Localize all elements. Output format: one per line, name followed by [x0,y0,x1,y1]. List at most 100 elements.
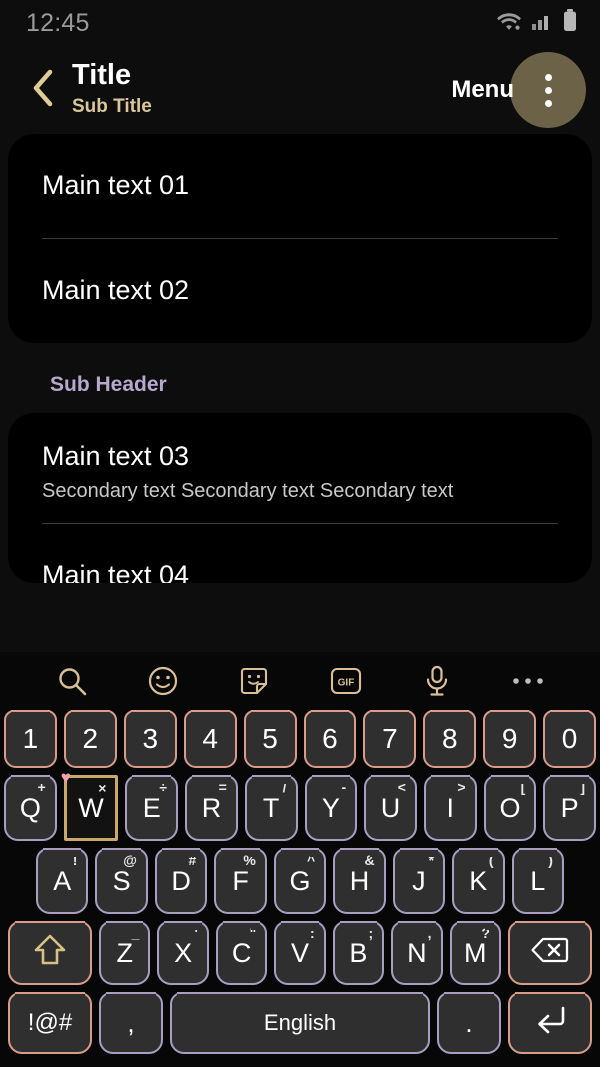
key-p[interactable]: ] P [543,775,597,841]
key-o[interactable]: [ O [483,775,537,841]
sticker-icon[interactable] [227,657,281,705]
back-button[interactable] [22,69,64,111]
backspace-icon [530,935,570,972]
key-m[interactable]: ? M [449,921,501,985]
gif-icon[interactable]: GIF [319,657,373,705]
key-3[interactable]: 3 [123,710,177,768]
list-item[interactable]: Main text 02 [8,239,592,343]
key-q-label: Q [19,792,41,823]
key-b[interactable]: ; B [332,921,385,985]
key-7[interactable]: 7 [363,710,417,768]
list-item-title: Main text 02 [42,275,190,306]
key-n[interactable]: , N [391,921,443,985]
key-c[interactable]: " C [215,921,268,985]
app-bar: Title Sub Title Menu [0,46,600,134]
chevron-left-icon [30,68,56,113]
status-icons [496,8,578,38]
key-o-alt: [ [520,779,526,795]
key-w-label: W [78,792,104,823]
key-i[interactable]: > I [423,775,477,841]
list-item-title: Main text 03 [42,441,190,472]
key-z[interactable]: _ Z [99,921,151,985]
key-j-alt: * [428,852,435,868]
key-q[interactable]: + Q [3,775,57,841]
key-e[interactable]: ÷ E [125,775,179,841]
key-j[interactable]: * J [392,848,446,914]
list-item[interactable]: Main text 01 [8,134,592,238]
keyboard-rows: 1 2 3 4 5 6 7 8 9 0 + Q ♥ × W ÷ E = R / … [0,710,600,1054]
enter-key[interactable] [508,992,592,1054]
more-horizontal-icon[interactable] [501,657,555,705]
key-0[interactable]: 0 [543,710,597,768]
keyboard-row-qwerty: + Q ♥ × W ÷ E = R / T - Y < U > I [O] … [3,769,597,841]
key-n-alt: , [427,925,432,941]
key-r-alt: = [218,779,227,795]
overflow-menu-button[interactable] [510,52,586,128]
comma-key[interactable]: , [99,992,163,1054]
enter-arrow-icon [532,1004,568,1043]
key-l-label: L [530,865,546,896]
key-8[interactable]: 8 [423,710,477,768]
key-n-label: N [407,937,427,968]
key-d-alt: # [188,852,197,868]
key-z-label: Z [116,937,133,968]
space-key[interactable]: English [170,992,430,1054]
key-u[interactable]: < U [364,775,417,841]
key-g[interactable]: ^ G [273,848,327,914]
key-x-alt: ' [194,925,198,941]
key-f[interactable]: % F [214,848,267,914]
shift-key[interactable] [8,921,93,985]
key-a[interactable]: ! A [36,848,89,914]
key-r-label: R [201,792,222,823]
period-key[interactable]: . [437,992,501,1054]
key-v-label: V [290,937,309,968]
key-s[interactable]: @ S [95,848,148,914]
key-p-alt: ] [580,779,586,795]
shift-arrow-icon [33,932,67,975]
backspace-key[interactable] [507,921,592,985]
key-v[interactable]: : V [274,921,326,985]
key-1[interactable]: 1 [3,710,57,768]
card-group-two: Main text 03 Secondary text Secondary te… [8,413,592,583]
symbols-key[interactable]: !@# [8,992,92,1054]
key-k[interactable]: ( K [452,848,505,914]
key-y[interactable]: - Y [304,775,358,841]
menu-button[interactable]: Menu [451,76,514,104]
key-s-alt: @ [123,852,137,868]
key-2[interactable]: 2 [63,710,117,768]
more-vertical-icon-dot [544,99,552,107]
status-time: 12:45 [26,8,90,37]
key-g-alt: ^ [307,852,316,868]
key-6[interactable]: 6 [303,710,357,768]
emoji-icon[interactable] [136,657,190,705]
key-e-label: E [142,792,161,823]
key-o-label: O [499,792,521,823]
key-m-alt: ? [481,925,490,941]
key-t[interactable]: / T [244,775,298,841]
key-j-label: J [412,865,426,896]
key-i-label: I [446,792,455,823]
list-item[interactable]: Main text 03 Secondary text Secondary te… [8,413,592,523]
key-d[interactable]: # D [154,848,208,914]
key-9[interactable]: 9 [483,710,537,768]
list-item[interactable]: Main text 04 [8,524,592,583]
key-x[interactable]: ' X [157,921,209,985]
key-4[interactable]: 4 [183,710,237,768]
key-r[interactable]: = R [185,775,238,841]
list-item-subtitle: Secondary text Secondary text Secondary … [42,479,454,502]
key-v-alt: : [310,925,315,941]
key-w-alt: × [98,780,107,796]
search-icon[interactable] [45,657,99,705]
key-5[interactable]: 5 [243,710,297,768]
key-d-label: D [171,865,191,896]
key-u-alt: < [397,779,406,795]
svg-text:GIF: GIF [337,678,354,689]
key-z-alt: _ [131,925,140,941]
key-y-alt: - [341,779,347,795]
key-w[interactable]: ♥ × W [61,769,119,841]
key-l[interactable]: ) L [511,848,564,914]
microphone-icon[interactable] [410,657,464,705]
key-h-alt: & [364,852,375,868]
key-e-alt: ÷ [159,779,168,795]
key-h[interactable]: & H [333,848,386,914]
